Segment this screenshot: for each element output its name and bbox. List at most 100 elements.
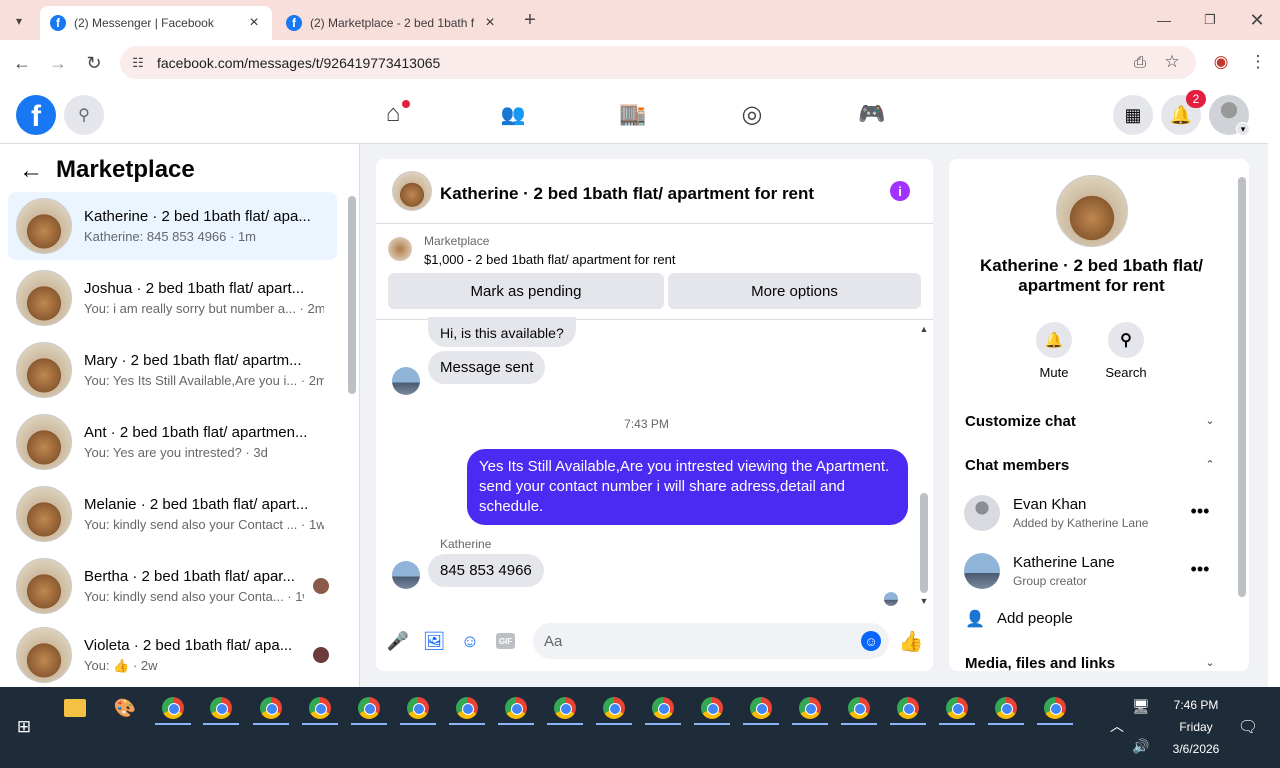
marketplace-icon[interactable]: 🏬 xyxy=(616,97,650,131)
chrome-window-icon[interactable] xyxy=(848,697,870,719)
chrome-window-icon[interactable] xyxy=(309,697,331,719)
tab-search-dropdown-icon[interactable]: ▾ xyxy=(8,10,30,32)
customize-chat-label[interactable]: Customize chat xyxy=(965,413,1076,430)
conversation-item[interactable]: Bertha · 2 bed 1bath flat/ apar... You: k… xyxy=(8,552,337,620)
scroll-up-icon[interactable]: ▲ xyxy=(918,323,930,335)
windows-start-icon[interactable]: ⊞ xyxy=(14,717,34,737)
message-input[interactable] xyxy=(533,623,889,659)
tab-marketplace[interactable]: f (2) Marketplace - 2 bed 1bath f × xyxy=(276,6,508,40)
member-options-icon[interactable]: ••• xyxy=(1189,559,1211,579)
reload-icon[interactable]: ↻ xyxy=(82,52,106,74)
clock-date[interactable]: 3/6/2026 xyxy=(1160,742,1232,756)
conversation-item[interactable]: Violeta · 2 bed 1bath flat/ apa... You: 👍… xyxy=(8,624,337,686)
mark-pending-button[interactable]: Mark as pending xyxy=(388,273,664,309)
member-avatar[interactable] xyxy=(964,495,1000,531)
forward-icon[interactable]: → xyxy=(46,52,70,74)
chrome-window-icon[interactable] xyxy=(554,697,576,719)
url-text[interactable]: facebook.com/messages/t/926419773413065 xyxy=(157,55,440,71)
account-chevron-icon[interactable]: ▾ xyxy=(1236,122,1250,136)
member-name[interactable]: Evan Khan xyxy=(1013,496,1086,513)
more-options-button[interactable]: More options xyxy=(668,273,921,309)
chrome-window-icon[interactable] xyxy=(505,697,527,719)
groups-icon[interactable]: ◎ xyxy=(735,97,769,131)
chrome-window-icon[interactable] xyxy=(750,697,772,719)
chat-members-label[interactable]: Chat members xyxy=(965,457,1069,474)
chrome-window-icon[interactable] xyxy=(358,697,380,719)
chevron-down-icon[interactable]: ⌄ xyxy=(1203,655,1217,669)
bookmark-star-icon[interactable]: ☆ xyxy=(1162,52,1182,72)
chrome-window-icon[interactable] xyxy=(456,697,478,719)
mute-label[interactable]: Mute xyxy=(1030,365,1078,380)
chrome-window-icon[interactable] xyxy=(652,697,674,719)
chat-title[interactable]: Katherine · 2 bed 1bath flat/ apartment … xyxy=(440,184,814,204)
member-avatar[interactable] xyxy=(964,553,1000,589)
page-scrollbar[interactable] xyxy=(1268,86,1280,687)
chrome-menu-icon[interactable]: ⋮ xyxy=(1248,52,1268,72)
gaming-icon[interactable]: 🎮 xyxy=(855,97,889,131)
chrome-window-icon[interactable] xyxy=(1044,697,1066,719)
photo-icon[interactable]: 🖼 xyxy=(423,630,446,652)
chrome-window-icon[interactable] xyxy=(407,697,429,719)
search-icon[interactable]: ⚲ xyxy=(64,95,104,135)
network-icon[interactable]: 🖥 xyxy=(1132,697,1150,715)
facebook-logo[interactable]: f xyxy=(16,95,56,135)
new-tab-icon[interactable]: + xyxy=(518,8,542,32)
menu-grid-icon[interactable]: ▦ xyxy=(1113,95,1153,135)
mute-bell-icon[interactable]: 🔔 xyxy=(1036,322,1072,358)
emoji-icon[interactable]: ☺ xyxy=(861,631,881,651)
sticker-icon[interactable]: ☺ xyxy=(459,630,481,652)
media-files-label[interactable]: Media, files and links xyxy=(965,655,1115,671)
chrome-window-icon[interactable] xyxy=(603,697,625,719)
gif-icon[interactable]: GIF xyxy=(496,633,515,649)
search-label[interactable]: Search xyxy=(1102,365,1150,380)
add-people-label[interactable]: Add people xyxy=(997,610,1073,627)
tab-messenger[interactable]: f (2) Messenger | Facebook × xyxy=(40,6,272,40)
install-app-icon[interactable]: ⎙ xyxy=(1130,52,1150,72)
info-icon[interactable]: i xyxy=(890,181,910,201)
chrome-window-icon[interactable] xyxy=(799,697,821,719)
tray-chevron-icon[interactable]: ︿ xyxy=(1108,717,1126,735)
back-icon[interactable]: ← xyxy=(10,52,34,74)
close-tab-icon[interactable]: × xyxy=(482,14,498,32)
chevron-up-icon[interactable]: ⌃ xyxy=(1203,457,1217,471)
chrome-window-icon[interactable] xyxy=(162,697,184,719)
restore-icon[interactable]: ❐ xyxy=(1198,8,1222,32)
member-options-icon[interactable]: ••• xyxy=(1189,501,1211,521)
conversation-item[interactable]: Mary · 2 bed 1bath flat/ apartm... You: Y… xyxy=(8,336,337,404)
chrome-window-icon[interactable] xyxy=(897,697,919,719)
close-tab-icon[interactable]: × xyxy=(246,14,262,32)
chrome-window-icon[interactable] xyxy=(260,697,282,719)
listing-price-title[interactable]: $1,000 - 2 bed 1bath flat/ apartment for… xyxy=(424,252,676,267)
chat-avatar[interactable] xyxy=(392,171,432,211)
back-arrow-icon[interactable]: ← xyxy=(18,157,44,184)
member-name[interactable]: Katherine Lane xyxy=(1013,554,1115,571)
friends-icon[interactable]: 👥 xyxy=(496,97,530,131)
clock-day[interactable]: Friday xyxy=(1166,720,1226,734)
search-icon[interactable]: ⚲ xyxy=(1108,322,1144,358)
conversation-item[interactable]: Melanie · 2 bed 1bath flat/ apart... You:… xyxy=(8,480,337,548)
conversation-item[interactable]: Joshua · 2 bed 1bath flat/ apart... You: … xyxy=(8,264,337,332)
paint-app-icon[interactable]: 🎨 xyxy=(113,697,137,719)
like-thumb-icon[interactable]: 👍 xyxy=(899,629,924,653)
chat-scrollbar[interactable] xyxy=(920,493,928,593)
conversation-item[interactable]: Ant · 2 bed 1bath flat/ apartmen... You: … xyxy=(8,408,337,476)
clock-time[interactable]: 7:46 PM xyxy=(1166,698,1226,712)
details-scrollbar[interactable] xyxy=(1238,177,1246,597)
chrome-window-icon[interactable] xyxy=(210,697,232,719)
profile-icon[interactable]: ◉ xyxy=(1211,52,1231,72)
add-person-icon[interactable]: 👤 xyxy=(965,609,985,629)
close-window-icon[interactable]: ✕ xyxy=(1245,8,1269,32)
conversation-item[interactable]: Katherine · 2 bed 1bath flat/ apa... Kath… xyxy=(8,192,337,260)
chevron-down-icon[interactable]: ⌄ xyxy=(1203,413,1217,427)
volume-icon[interactable]: 🔊 xyxy=(1132,737,1150,755)
chrome-window-icon[interactable] xyxy=(946,697,968,719)
microphone-icon[interactable]: 🎤 xyxy=(387,630,409,652)
site-info-icon[interactable]: ☷ xyxy=(128,53,148,73)
file-explorer-icon[interactable] xyxy=(64,699,86,717)
sidebar-scrollbar[interactable] xyxy=(348,196,356,394)
chrome-window-icon[interactable] xyxy=(701,697,723,719)
notification-center-icon[interactable]: 🗨 xyxy=(1238,717,1258,737)
minimize-icon[interactable]: — xyxy=(1152,8,1176,32)
chrome-window-icon[interactable] xyxy=(995,697,1017,719)
scroll-down-icon[interactable]: ▼ xyxy=(918,595,930,607)
